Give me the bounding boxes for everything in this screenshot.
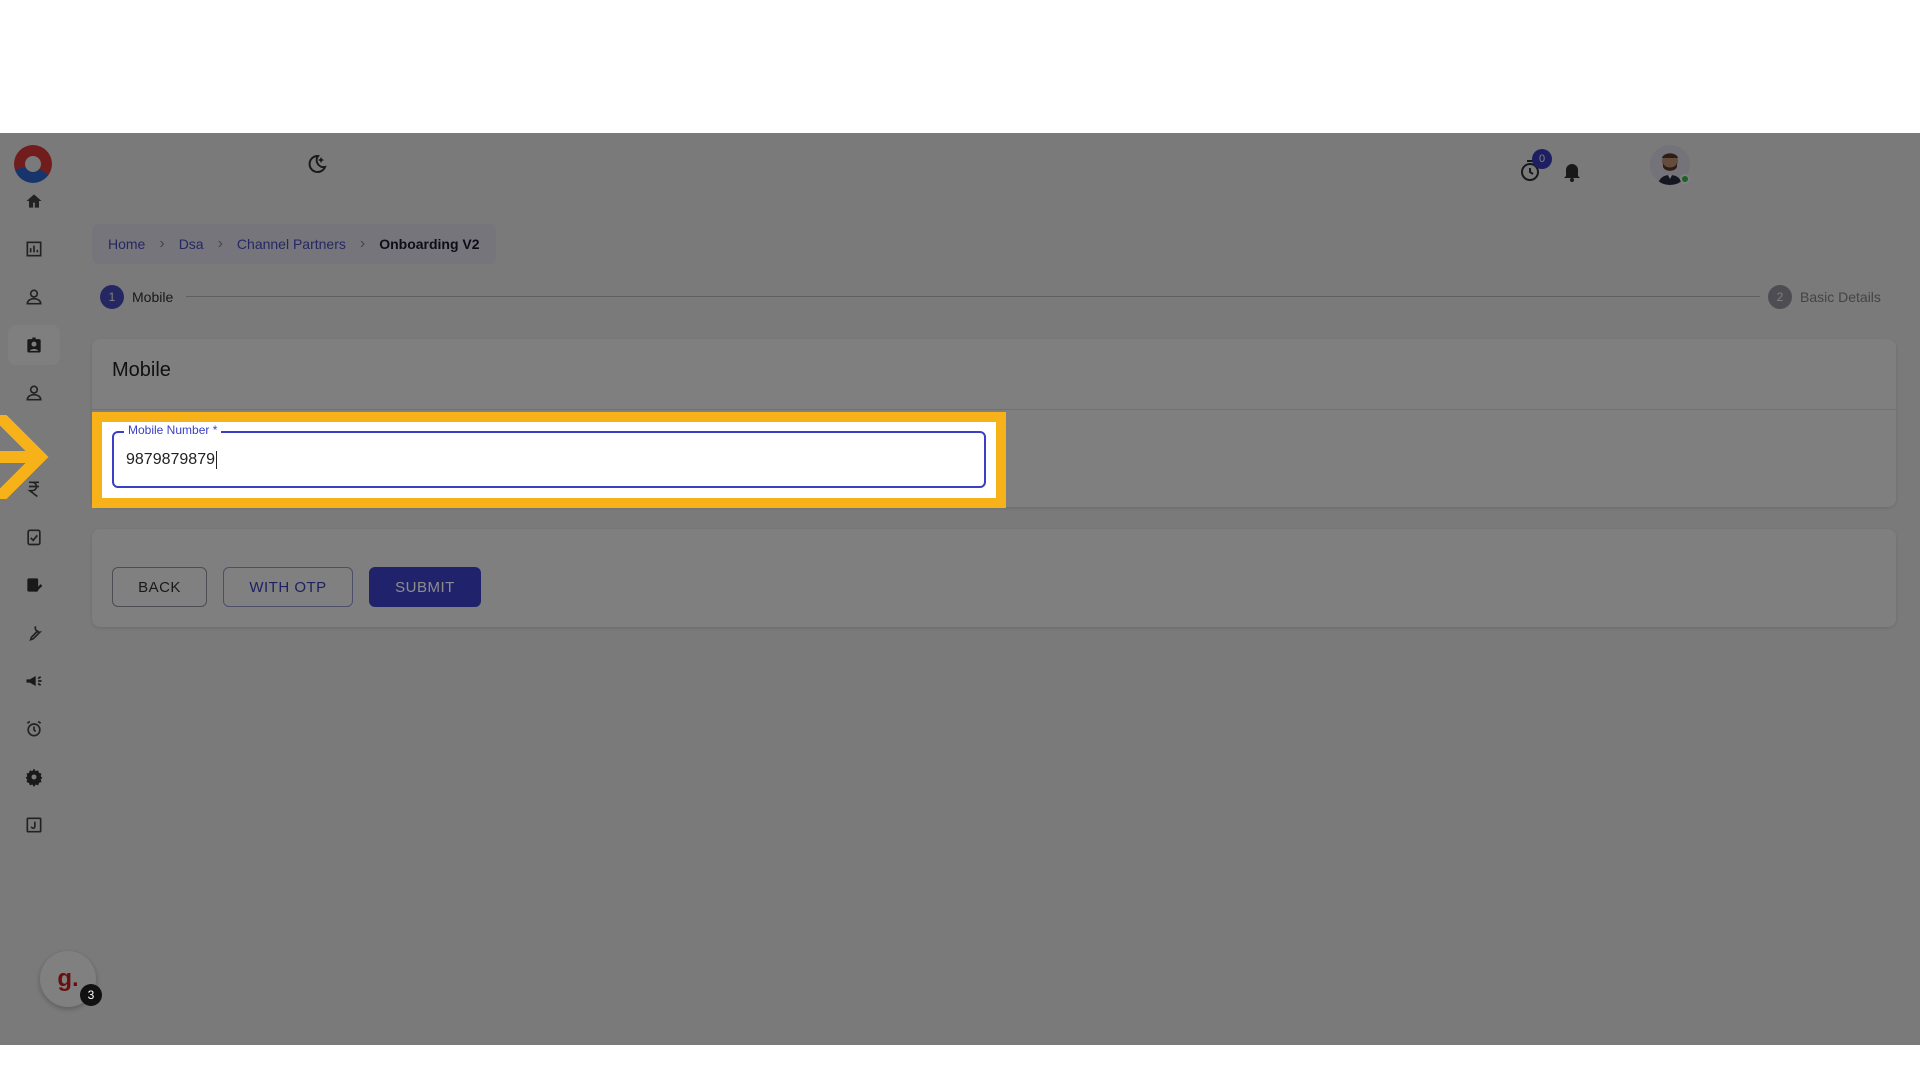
breadcrumb-channel-partners[interactable]: Channel Partners: [237, 236, 346, 252]
brand-logo[interactable]: [14, 145, 52, 183]
sidebar-item-journal[interactable]: [8, 805, 60, 845]
chevron-right-icon: ›: [359, 235, 366, 252]
sidebar-item-campaigns[interactable]: [8, 661, 60, 701]
sidebar-item-dashboard[interactable]: [8, 229, 60, 269]
alarm-icon: [26, 720, 42, 737]
sidebar-item-forms[interactable]: [8, 565, 60, 605]
mobile-number-value: 9879879879: [126, 451, 215, 469]
card-divider: [92, 409, 1896, 410]
pointer-arrow-icon: [0, 415, 49, 499]
badge-icon: [27, 337, 41, 353]
sidebar-item-tools[interactable]: [8, 613, 60, 653]
mobile-number-field[interactable]: Mobile Number * 9879879879: [112, 423, 986, 488]
floating-logo: g.: [57, 965, 79, 992]
clipboard-check-icon: [27, 529, 41, 546]
online-status-dot: [1680, 174, 1690, 184]
step-number: 2: [1768, 285, 1792, 309]
actions-card: [92, 529, 1896, 627]
dark-mode-icon[interactable]: [304, 153, 328, 177]
sidebar-item-reminders[interactable]: [8, 709, 60, 749]
megaphone-icon: [26, 676, 42, 686]
step-mobile[interactable]: 1 Mobile: [100, 285, 173, 309]
floating-count-badge: 3: [80, 984, 102, 1006]
person-icon: [26, 385, 42, 401]
home-icon: [26, 194, 42, 208]
chevron-right-icon: ›: [217, 235, 223, 252]
with-otp-button[interactable]: WITH OTP: [223, 567, 353, 607]
user-icon: [26, 289, 42, 305]
journal-icon: [26, 817, 42, 833]
mobile-number-input[interactable]: 9879879879: [126, 451, 926, 469]
sidebar-item-settings[interactable]: [8, 757, 60, 797]
sidebar-item-badge[interactable]: [8, 325, 60, 365]
sidebar-item-home[interactable]: [8, 181, 60, 221]
stepper-connector: [186, 296, 1760, 297]
sidebar-item-tasks[interactable]: [8, 517, 60, 557]
chevron-right-icon: ›: [159, 235, 165, 252]
step-number: 1: [100, 285, 124, 309]
text-caret: [215, 451, 217, 469]
step-basic-details[interactable]: 2 Basic Details: [1768, 285, 1881, 309]
back-button[interactable]: BACK: [112, 567, 207, 607]
submit-button[interactable]: SUBMIT: [369, 567, 481, 607]
breadcrumb-current: Onboarding V2: [379, 236, 480, 252]
breadcrumb-dsa[interactable]: Dsa: [179, 236, 204, 252]
sidebar-item-user[interactable]: [8, 277, 60, 317]
form-edit-icon: [27, 578, 43, 592]
step-label: Mobile: [132, 289, 174, 305]
breadcrumb-home[interactable]: Home: [108, 236, 145, 252]
bell-icon[interactable]: [1560, 159, 1584, 183]
app-window: 0 Home › Dsa › Channel Partners › Onboar…: [0, 133, 1920, 1045]
sidebar-item-person[interactable]: [8, 373, 60, 413]
gear-icon: [25, 768, 43, 787]
sidebar: [0, 133, 68, 1045]
wrench-icon: [29, 625, 43, 641]
dashboard-icon: [26, 241, 42, 257]
card-title: Mobile: [112, 359, 171, 381]
step-label: Basic Details: [1800, 289, 1881, 305]
field-label: Mobile Number *: [124, 423, 222, 437]
breadcrumb: Home › Dsa › Channel Partners › Onboardi…: [92, 224, 496, 264]
timer-badge: 0: [1532, 149, 1552, 169]
